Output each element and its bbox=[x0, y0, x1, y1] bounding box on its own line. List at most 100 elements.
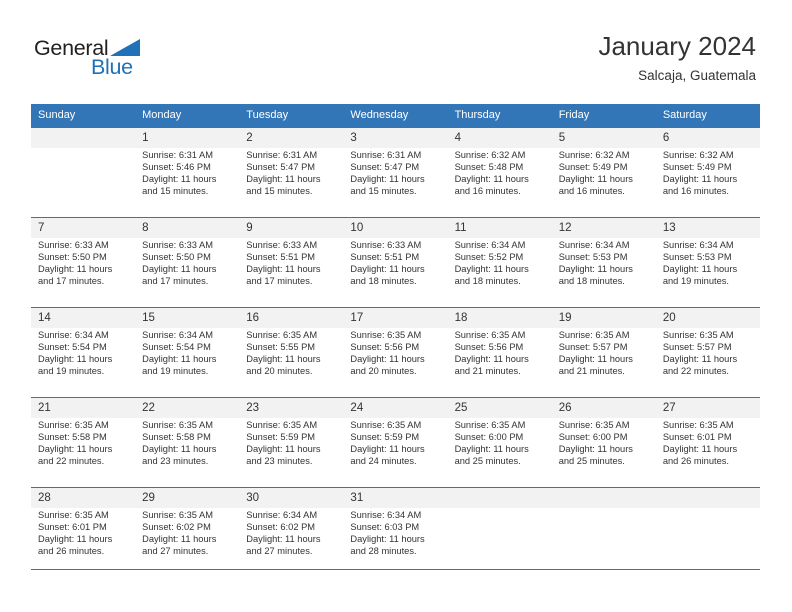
logo-text-blue: Blue bbox=[91, 55, 133, 79]
day-details: Sunrise: 6:35 AM Sunset: 6:00 PM Daylight:… bbox=[448, 418, 552, 468]
calendar-day-cell[interactable]: 13 Sunrise: 6:34 AM Sunset: 5:53 PM Dayligh… bbox=[655, 217, 760, 308]
sunrise-text: Sunrise: 6:33 AM bbox=[350, 240, 422, 250]
sunset-text: Sunset: 5:55 PM bbox=[246, 341, 316, 352]
day-details: Sunrise: 6:35 AM Sunset: 5:56 PM Daylight:… bbox=[343, 328, 447, 378]
calendar-day-cell[interactable]: 7 Sunrise: 6:33 AM Sunset: 5:50 PM Daylight… bbox=[31, 217, 136, 308]
calendar-day-cell[interactable]: 5 Sunrise: 6:32 AM Sunset: 5:49 PM Daylight… bbox=[551, 127, 656, 218]
calendar-day-cell[interactable]: 21 Sunrise: 6:35 AM Sunset: 5:58 PM Dayligh… bbox=[31, 397, 136, 488]
day-number: 25 bbox=[447, 398, 552, 418]
calendar-day-cell[interactable]: 8 Sunrise: 6:33 AM Sunset: 5:50 PM Daylight… bbox=[135, 217, 240, 308]
sunset-text: Sunset: 5:53 PM bbox=[558, 251, 628, 262]
day-details: Sunrise: 6:34 AM Sunset: 5:53 PM Daylight:… bbox=[656, 238, 760, 288]
daylight-text-line2: and 22 minutes. bbox=[662, 365, 729, 376]
calendar-day-cell[interactable]: 15 Sunrise: 6:34 AM Sunset: 5:54 PM Dayligh… bbox=[135, 307, 240, 398]
daylight-text-line2: and 28 minutes. bbox=[350, 545, 417, 556]
daylight-text-line1: Daylight: 11 hours bbox=[558, 443, 633, 454]
calendar-day-cell[interactable]: 1 Sunrise: 6:31 AM Sunset: 5:46 PM Daylight… bbox=[135, 127, 240, 218]
calendar-day-cell[interactable]: 24 Sunrise: 6:35 AM Sunset: 5:59 PM Dayligh… bbox=[343, 397, 448, 488]
daylight-text-line2: and 27 minutes. bbox=[142, 545, 209, 556]
sunset-text: Sunset: 5:57 PM bbox=[558, 341, 628, 352]
daylight-text-line2: and 27 minutes. bbox=[246, 545, 313, 556]
day-number: 21 bbox=[31, 398, 136, 418]
calendar-day-cell-empty bbox=[551, 487, 656, 577]
calendar-day-cell[interactable]: 20 Sunrise: 6:35 AM Sunset: 5:57 PM Dayligh… bbox=[655, 307, 760, 398]
daylight-text-line1: Daylight: 11 hours bbox=[38, 533, 113, 544]
daylight-text-line1: Daylight: 11 hours bbox=[350, 173, 425, 184]
logo-triangle-icon bbox=[110, 39, 140, 56]
calendar-day-cell[interactable]: 22 Sunrise: 6:35 AM Sunset: 5:58 PM Dayligh… bbox=[135, 397, 240, 488]
calendar-grid: Sunday Monday Tuesday Wednesday Thursday… bbox=[31, 104, 760, 577]
sunrise-text: Sunrise: 6:35 AM bbox=[350, 420, 422, 430]
sunset-text: Sunset: 5:50 PM bbox=[142, 251, 211, 262]
day-number: 30 bbox=[239, 488, 344, 508]
calendar-day-cell[interactable]: 4 Sunrise: 6:32 AM Sunset: 5:48 PM Daylight… bbox=[447, 127, 552, 218]
sunrise-text: Sunrise: 6:33 AM bbox=[38, 240, 109, 250]
calendar-day-cell[interactable]: 10 Sunrise: 6:33 AM Sunset: 5:51 PM Dayligh… bbox=[343, 217, 448, 308]
daylight-text-line1: Daylight: 11 hours bbox=[246, 533, 321, 544]
sunset-text: Sunset: 5:49 PM bbox=[662, 161, 732, 172]
calendar-day-cell[interactable]: 3 Sunrise: 6:31 AM Sunset: 5:47 PM Daylight… bbox=[343, 127, 448, 218]
day-details: Sunrise: 6:34 AM Sunset: 5:53 PM Daylight:… bbox=[552, 238, 656, 288]
daylight-text-line1: Daylight: 11 hours bbox=[454, 263, 529, 274]
calendar-day-cell[interactable]: 25 Sunrise: 6:35 AM Sunset: 6:00 PM Dayligh… bbox=[447, 397, 552, 488]
day-number: 26 bbox=[551, 398, 656, 418]
calendar-day-cell[interactable]: 23 Sunrise: 6:35 AM Sunset: 5:59 PM Dayligh… bbox=[239, 397, 344, 488]
sunset-text: Sunset: 5:49 PM bbox=[558, 161, 628, 172]
sunset-text: Sunset: 5:54 PM bbox=[38, 341, 107, 352]
daylight-text-line2: and 20 minutes. bbox=[246, 365, 313, 376]
sunset-text: Sunset: 5:56 PM bbox=[350, 341, 420, 352]
daylight-text-line2: and 21 minutes. bbox=[454, 365, 521, 376]
calendar-day-cell[interactable]: 17 Sunrise: 6:35 AM Sunset: 5:56 PM Dayligh… bbox=[343, 307, 448, 398]
day-number: 5 bbox=[551, 128, 656, 148]
calendar-day-cell[interactable]: 27 Sunrise: 6:35 AM Sunset: 6:01 PM Dayligh… bbox=[655, 397, 760, 488]
daylight-text-line2: and 18 minutes. bbox=[558, 275, 625, 286]
calendar-header-row: Sunday Monday Tuesday Wednesday Thursday… bbox=[31, 104, 760, 128]
daylight-text-line2: and 16 minutes. bbox=[454, 185, 521, 196]
calendar-week-row: 14 Sunrise: 6:34 AM Sunset: 5:54 PM Dayligh… bbox=[31, 307, 760, 398]
day-details: Sunrise: 6:33 AM Sunset: 5:50 PM Daylight:… bbox=[135, 238, 239, 288]
day-details: Sunrise: 6:34 AM Sunset: 6:02 PM Daylight:… bbox=[239, 508, 343, 558]
daylight-text-line2: and 26 minutes. bbox=[38, 545, 105, 556]
day-number: 17 bbox=[343, 308, 448, 328]
day-number: 19 bbox=[551, 308, 656, 328]
day-number: 9 bbox=[239, 218, 344, 238]
day-number bbox=[31, 128, 136, 148]
day-details: Sunrise: 6:34 AM Sunset: 5:54 PM Daylight:… bbox=[31, 328, 135, 378]
daylight-text-line2: and 25 minutes. bbox=[454, 455, 521, 466]
daylight-text-line1: Daylight: 11 hours bbox=[246, 173, 321, 184]
calendar-day-cell[interactable]: 30 Sunrise: 6:34 AM Sunset: 6:02 PM Dayligh… bbox=[239, 487, 344, 577]
calendar-day-cell[interactable]: 31 Sunrise: 6:34 AM Sunset: 6:03 PM Dayligh… bbox=[343, 487, 448, 577]
sunset-text: Sunset: 5:57 PM bbox=[662, 341, 732, 352]
sunrise-text: Sunrise: 6:35 AM bbox=[662, 420, 734, 430]
day-number: 1 bbox=[135, 128, 240, 148]
day-details: Sunrise: 6:35 AM Sunset: 5:56 PM Daylight:… bbox=[448, 328, 552, 378]
calendar-day-cell[interactable]: 29 Sunrise: 6:35 AM Sunset: 6:02 PM Dayligh… bbox=[135, 487, 240, 577]
calendar-day-cell[interactable]: 14 Sunrise: 6:34 AM Sunset: 5:54 PM Dayligh… bbox=[31, 307, 136, 398]
sunset-text: Sunset: 5:51 PM bbox=[246, 251, 316, 262]
sunset-text: Sunset: 5:56 PM bbox=[454, 341, 524, 352]
sunset-text: Sunset: 6:00 PM bbox=[454, 431, 524, 442]
daylight-text-line2: and 21 minutes. bbox=[558, 365, 625, 376]
daylight-text-line1: Daylight: 11 hours bbox=[38, 443, 113, 454]
calendar-day-cell[interactable]: 18 Sunrise: 6:35 AM Sunset: 5:56 PM Dayligh… bbox=[447, 307, 552, 398]
calendar-day-cell[interactable]: 9 Sunrise: 6:33 AM Sunset: 5:51 PM Daylight… bbox=[239, 217, 344, 308]
day-details: Sunrise: 6:32 AM Sunset: 5:48 PM Daylight:… bbox=[448, 148, 552, 198]
daylight-text-line2: and 17 minutes. bbox=[142, 275, 209, 286]
weekday-header-tuesday: Tuesday bbox=[239, 104, 344, 128]
weekday-header-wednesday: Wednesday bbox=[343, 104, 448, 128]
daylight-text-line1: Daylight: 11 hours bbox=[142, 443, 217, 454]
day-details: Sunrise: 6:34 AM Sunset: 5:54 PM Daylight:… bbox=[135, 328, 239, 378]
calendar-day-cell[interactable]: 19 Sunrise: 6:35 AM Sunset: 5:57 PM Dayligh… bbox=[551, 307, 656, 398]
calendar-day-cell[interactable]: 2 Sunrise: 6:31 AM Sunset: 5:47 PM Daylight… bbox=[239, 127, 344, 218]
daylight-text-line1: Daylight: 11 hours bbox=[454, 353, 529, 364]
calendar-day-cell[interactable]: 12 Sunrise: 6:34 AM Sunset: 5:53 PM Dayligh… bbox=[551, 217, 656, 308]
sunrise-text: Sunrise: 6:34 AM bbox=[454, 240, 526, 250]
calendar-day-cell[interactable]: 26 Sunrise: 6:35 AM Sunset: 6:00 PM Dayligh… bbox=[551, 397, 656, 488]
day-details: Sunrise: 6:32 AM Sunset: 5:49 PM Daylight:… bbox=[552, 148, 656, 198]
calendar-day-cell[interactable]: 11 Sunrise: 6:34 AM Sunset: 5:52 PM Dayligh… bbox=[447, 217, 552, 308]
sunrise-text: Sunrise: 6:35 AM bbox=[246, 330, 318, 340]
calendar-day-cell[interactable]: 28 Sunrise: 6:35 AM Sunset: 6:01 PM Dayligh… bbox=[31, 487, 136, 577]
calendar-day-cell[interactable]: 6 Sunrise: 6:32 AM Sunset: 5:49 PM Daylight… bbox=[655, 127, 760, 218]
daylight-text-line1: Daylight: 11 hours bbox=[350, 353, 425, 364]
calendar-day-cell[interactable]: 16 Sunrise: 6:35 AM Sunset: 5:55 PM Dayligh… bbox=[239, 307, 344, 398]
